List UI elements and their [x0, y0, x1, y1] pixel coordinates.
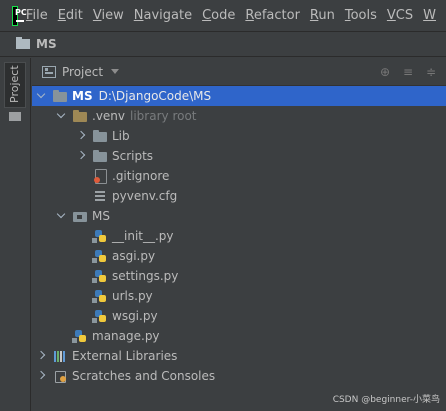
package-folder-icon: [72, 208, 88, 224]
tool-actions: ⊕ ≡ ≑: [377, 58, 446, 86]
collapse-all-icon[interactable]: ≡: [400, 64, 416, 80]
tree-item-label: MS: [92, 209, 110, 223]
tree-item-hint: library root: [130, 109, 197, 123]
expand-all-icon[interactable]: ≑: [423, 64, 439, 80]
menu-item-refactor[interactable]: Refactor: [245, 8, 300, 23]
project-view-icon: [42, 65, 56, 78]
chevron-down-icon[interactable]: [56, 106, 66, 126]
python-file-icon: [72, 328, 88, 344]
menu-item-code[interactable]: Code: [202, 8, 235, 23]
menu-item-navigate[interactable]: Navigate: [134, 8, 192, 23]
menu-item-tools[interactable]: Tools: [345, 8, 377, 23]
scratches-icon: [52, 368, 68, 384]
chevron-down-icon[interactable]: [36, 86, 46, 106]
chevron-right-icon[interactable]: [76, 146, 86, 166]
tree-item[interactable]: MS D:\DjangoCode\MS: [32, 86, 446, 106]
tree-item[interactable]: .venv library root: [32, 106, 446, 126]
tree-item-label: Lib: [112, 129, 130, 143]
structure-tool-icon[interactable]: [9, 112, 21, 121]
tree-item[interactable]: __init__.py: [32, 226, 446, 246]
python-file-icon: [92, 308, 108, 324]
tree-item-label: pyvenv.cfg: [112, 189, 178, 203]
tree-item[interactable]: pyvenv.cfg: [32, 186, 446, 206]
folder-icon: [92, 128, 108, 144]
tree-item-label: urls.py: [112, 289, 153, 303]
tree-item[interactable]: urls.py: [32, 286, 446, 306]
watermark: CSDN @beginner-小菜鸟: [332, 395, 440, 405]
project-tool-tab-label: Project: [8, 65, 21, 103]
folder-icon: [16, 37, 30, 49]
menu-item-view[interactable]: View: [93, 8, 124, 23]
project-tool-header: Project ⊕ ≡ ≑: [32, 58, 446, 86]
tree-item[interactable]: settings.py: [32, 266, 446, 286]
folder-icon: [52, 88, 68, 104]
left-tool-strip: Project: [0, 58, 31, 411]
navigation-bar: MS: [0, 32, 446, 57]
tree-item[interactable]: MS: [32, 206, 446, 226]
python-file-icon: [92, 268, 108, 284]
tree-item-label: settings.py: [112, 269, 179, 283]
tree-item-label: asgi.py: [112, 249, 156, 263]
chevron-right-icon[interactable]: [36, 346, 46, 366]
tree-item-label: Scripts: [112, 149, 154, 163]
gitignore-file-icon: [92, 168, 108, 184]
tree-item-label: .gitignore: [112, 169, 170, 183]
project-tool-tab[interactable]: Project: [4, 62, 26, 108]
project-tree: MS D:\DjangoCode\MS .venv library root Lib Sc…: [32, 86, 446, 411]
python-file-icon: [92, 288, 108, 304]
libraries-icon: [52, 348, 68, 364]
tree-item-label: .venv: [92, 109, 126, 123]
menu-item-file[interactable]: File: [26, 8, 48, 23]
tree-item-label: Scratches and Consoles: [72, 369, 216, 383]
menu-bar: PC File Edit View Navigate Code Refactor Run To…: [0, 0, 446, 32]
tree-item-label: External Libraries: [72, 349, 178, 363]
tree-item[interactable]: wsgi.py: [32, 306, 446, 326]
menu-item-w[interactable]: W: [423, 8, 436, 23]
python-file-icon: [92, 248, 108, 264]
pycharm-logo-icon: PC: [12, 5, 27, 26]
tree-item-label: manage.py: [92, 329, 160, 343]
menu-item-run[interactable]: Run: [310, 8, 335, 23]
locate-icon[interactable]: ⊕: [377, 64, 393, 80]
tree-item[interactable]: manage.py: [32, 326, 446, 346]
tree-item-label: MS: [72, 89, 93, 103]
breadcrumb-project[interactable]: MS: [36, 37, 57, 51]
menu-item-edit[interactable]: Edit: [58, 8, 83, 23]
tree-item-label: wsgi.py: [112, 309, 158, 323]
python-file-icon: [92, 228, 108, 244]
tree-item[interactable]: Scripts: [32, 146, 446, 166]
tree-item-label: __init__.py: [112, 229, 174, 243]
tree-item-path: D:\DjangoCode\MS: [98, 89, 212, 103]
tree-item[interactable]: .gitignore: [32, 166, 446, 186]
tree-item[interactable]: asgi.py: [32, 246, 446, 266]
tree-item[interactable]: Lib: [32, 126, 446, 146]
tree-item[interactable]: External Libraries: [32, 346, 446, 366]
chevron-down-icon[interactable]: [111, 69, 120, 74]
project-view-selector[interactable]: Project: [62, 65, 103, 79]
folder-icon: [92, 148, 108, 164]
chevron-right-icon[interactable]: [76, 126, 86, 146]
chevron-down-icon[interactable]: [56, 206, 66, 226]
tree-item[interactable]: Scratches and Consoles: [32, 366, 446, 386]
config-file-icon: [92, 188, 108, 204]
chevron-right-icon[interactable]: [36, 366, 46, 386]
menu-item-vcs[interactable]: VCS: [387, 8, 413, 23]
venv-folder-icon: [72, 108, 88, 124]
